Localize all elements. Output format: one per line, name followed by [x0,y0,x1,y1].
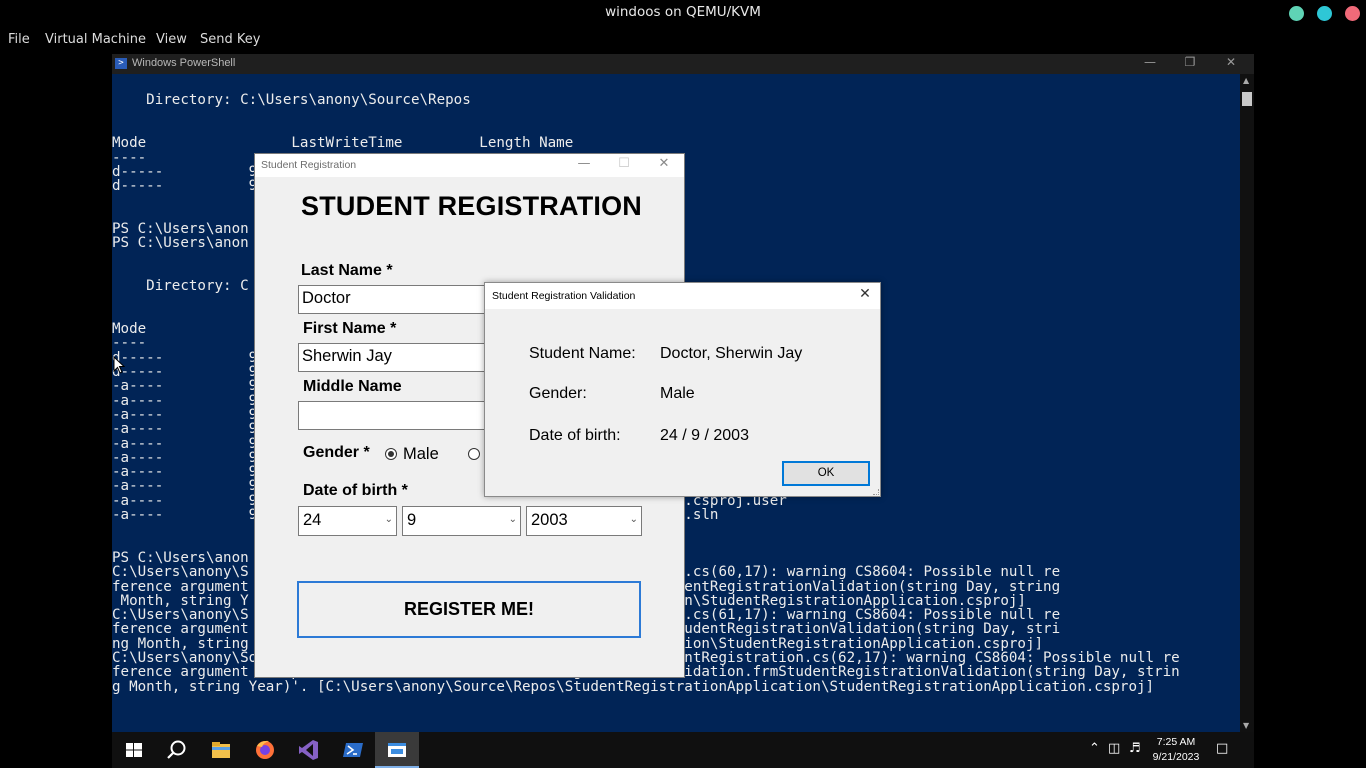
console-line: g Month, string Year)'. [C:\Users\anony\… [112,678,1155,695]
network-icon[interactable]: ◫ [1108,741,1120,756]
menu-view[interactable]: View [156,32,187,47]
gender-label: Gender * [303,444,370,461]
search-icon [167,740,186,759]
console-line: -a---- 9 [112,421,258,438]
console-line: d----- 9 [112,364,258,380]
volume-icon[interactable]: ♬ [1129,741,1141,756]
powershell-taskbar-button[interactable] [331,732,375,768]
gender-label: Gender: [529,385,587,402]
host-maximize-button[interactable] [1317,6,1332,21]
windows-start-button[interactable] [112,732,156,768]
clock-time[interactable]: 7:25 AM [1149,736,1203,748]
form-maximize-button: ☐ [618,156,630,171]
file-explorer-icon [212,742,230,758]
chevron-down-icon: ⌄ [508,514,517,525]
console-line: -a---- 9 [112,392,258,409]
chevron-up-icon[interactable]: ⌃ [1089,741,1100,756]
gender-male-label: Male [403,445,439,463]
visual-studio-icon [299,740,318,760]
form-heading: STUDENT REGISTRATION [301,191,642,221]
console-line: Mode LastWriteTime Length Name [112,135,574,152]
console-line: -a---- 9 [112,464,258,481]
windows-start-icon [126,743,142,757]
chevron-down-icon: ⌄ [384,514,393,525]
scroll-down-icon[interactable]: ▼ [1243,721,1249,730]
form-close-button[interactable]: ✕ [654,156,674,174]
powershell-scrollbar[interactable]: ▲ ▼ [1240,74,1254,732]
dialog-close-button[interactable]: ✕ [854,286,876,306]
dob-label: Date of birth * [303,482,408,499]
console-line: d----- 9 [112,349,258,366]
gender-male-radio[interactable] [385,448,397,460]
dialog-title: Student Registration Validation [492,290,636,302]
file-explorer-button[interactable] [199,732,243,768]
dob-month-select[interactable]: 9 ⌄ [402,506,521,536]
mouse-cursor-icon [113,356,125,374]
firefox-icon [256,740,274,759]
taskbar: ⌃ ◫ ♬ 7:25 AM 9/21/2023 □ [112,732,1254,768]
chevron-down-icon: ⌄ [629,514,638,525]
host-titlebar: windoos on QEMU/KVM [0,0,1366,26]
console-line: Mode [112,321,147,338]
powershell-icon: > [115,58,127,69]
visual-studio-button[interactable] [287,732,331,768]
notification-icon[interactable]: □ [1216,741,1228,756]
console-line: -a---- 9 [112,378,258,395]
console-line: Directory: C:\Users\anony\Source\Repos [112,92,471,109]
powershell-restore-button[interactable]: ❐ [1180,55,1200,72]
console-line: Directory: C [112,278,249,295]
form-window-title: Student Registration [261,159,357,171]
firefox-button[interactable] [243,732,287,768]
search-button[interactable] [154,732,198,768]
clock-date[interactable]: 9/21/2023 [1149,751,1203,763]
form-minimize-button[interactable]: — [574,156,594,174]
ok-button[interactable]: OK [782,461,870,486]
powershell-minimize-button[interactable]: — [1140,55,1160,72]
dob-month-value: 9 [407,511,417,529]
host-menubar: File Virtual Machine View Send Key [0,26,1366,54]
student-registration-taskbar-button[interactable] [375,732,419,768]
menu-virtual-machine[interactable]: Virtual Machine [45,32,146,47]
student-name-label: Student Name: [529,345,636,362]
dob-year-select[interactable]: 2003 ⌄ [526,506,642,536]
last-name-label: Last Name * [301,262,393,279]
register-button[interactable]: REGISTER ME! [297,581,641,638]
powershell-close-button[interactable]: ✕ [1221,55,1241,72]
powershell-icon [343,743,363,757]
console-line: -a---- 9 [112,406,258,423]
menu-file[interactable]: File [8,32,30,47]
form-titlebar: Student Registration — ☐ ✕ [255,154,684,177]
gender-value: Male [660,385,695,402]
dialog-titlebar: Student Registration Validation ✕ [485,283,880,309]
student-name-value: Doctor, Sherwin Jay [660,345,803,362]
scroll-up-icon[interactable]: ▲ [1243,76,1249,85]
host-window-title: windoos on QEMU/KVM [605,4,761,20]
host-minimize-button[interactable] [1289,6,1304,21]
powershell-titlebar: > Windows PowerShell — ❐ ✕ [112,54,1254,74]
middle-name-label: Middle Name [303,378,402,395]
form-app-icon [388,743,406,757]
scrollbar-thumb[interactable] [1242,92,1252,106]
dob-value: 24 / 9 / 2003 [660,427,749,444]
first-name-label: First Name * [303,320,397,337]
dob-label: Date of birth: [529,427,621,444]
console-line: ---- [112,335,147,352]
dob-day-value: 24 [303,511,322,529]
radio-selected-dot [388,451,394,457]
gender-female-radio[interactable] [468,448,480,460]
host-close-button[interactable] [1345,6,1360,21]
dob-day-select[interactable]: 24 ⌄ [298,506,397,536]
resize-grip[interactable] [873,489,879,495]
powershell-title: Windows PowerShell [132,57,236,69]
menu-send-key[interactable]: Send Key [200,32,260,47]
dob-year-value: 2003 [531,511,568,529]
validation-dialog: Student Registration Validation ✕ Studen… [484,282,881,497]
